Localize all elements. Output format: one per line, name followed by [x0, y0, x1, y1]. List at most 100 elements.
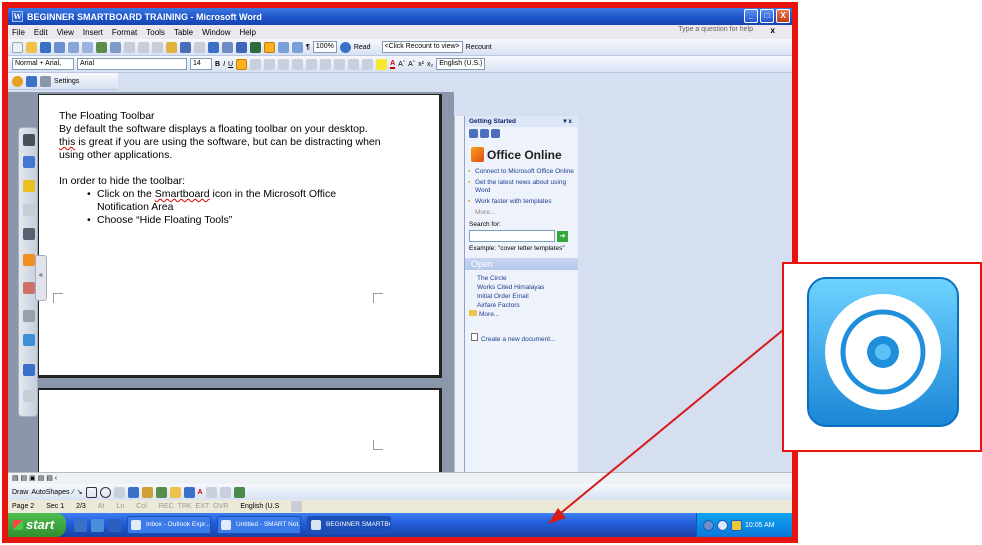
- numbering-icon[interactable]: [306, 58, 318, 70]
- font-select[interactable]: Arial: [77, 58, 187, 70]
- draw-menu[interactable]: Draw: [12, 489, 28, 496]
- spelling-icon[interactable]: [96, 41, 107, 53]
- line-tool-icon[interactable]: [23, 228, 35, 240]
- menu-table[interactable]: Table: [174, 28, 193, 37]
- forward-icon[interactable]: [480, 128, 489, 138]
- font-color-icon[interactable]: A: [390, 60, 396, 69]
- draw-font-color-icon[interactable]: A: [198, 489, 203, 496]
- print-preview-icon[interactable]: [82, 41, 93, 53]
- columns-icon[interactable]: [264, 41, 275, 53]
- maximize-button[interactable]: □: [760, 9, 774, 23]
- tables-borders-icon[interactable]: [222, 41, 233, 53]
- highlighter-icon[interactable]: [23, 180, 35, 192]
- line-style-icon[interactable]: [205, 486, 217, 498]
- align-center-icon[interactable]: [250, 58, 262, 70]
- paste-icon[interactable]: [152, 41, 163, 53]
- status-trk[interactable]: TRK: [178, 503, 192, 510]
- undo-icon[interactable]: [180, 41, 191, 53]
- link-work-faster[interactable]: Work faster with templates: [468, 198, 578, 206]
- line-spacing-icon[interactable]: [292, 58, 304, 70]
- print-icon[interactable]: [68, 41, 79, 53]
- justify-icon[interactable]: [278, 58, 290, 70]
- smart-notebook-icon[interactable]: [26, 75, 37, 87]
- home-icon[interactable]: [491, 128, 500, 138]
- oval-icon[interactable]: [99, 486, 111, 498]
- menu-window[interactable]: Window: [202, 28, 230, 37]
- tray-icon-2[interactable]: [731, 519, 742, 531]
- status-ext[interactable]: EXT: [196, 503, 210, 510]
- status-ovr[interactable]: OVR: [213, 503, 228, 510]
- create-new-document-link[interactable]: Create a new document...: [471, 333, 578, 343]
- floating-toolbar-collapse-handle[interactable]: «: [35, 255, 47, 301]
- taskbar-task-active[interactable]: BEGINNER SMARTBO...: [307, 516, 391, 534]
- screen-capture-icon[interactable]: [23, 334, 35, 346]
- word-count-select[interactable]: <Click Recount to view>: [381, 41, 463, 53]
- recount-button[interactable]: Recount: [466, 44, 492, 51]
- show-desktop-icon[interactable]: [74, 518, 87, 532]
- zoom-select[interactable]: 100%: [312, 41, 337, 53]
- superscript-icon[interactable]: x²: [418, 61, 424, 68]
- fill-color-icon[interactable]: [169, 486, 181, 498]
- 3d-icon[interactable]: [233, 486, 245, 498]
- links-more[interactable]: More...: [465, 209, 578, 216]
- more-tools-icon[interactable]: [23, 390, 35, 402]
- view-buttons-icon[interactable]: ▤ ▤ ▣ ▤ ▤ ‹: [12, 475, 57, 482]
- pen-blue-icon[interactable]: [23, 156, 35, 168]
- menu-insert[interactable]: Insert: [83, 28, 103, 37]
- view-buttons-scrollbar[interactable]: ▤ ▤ ▣ ▤ ▤ ‹: [8, 472, 792, 484]
- vertical-scrollbar[interactable]: [454, 116, 464, 472]
- menu-format[interactable]: Format: [112, 28, 137, 37]
- align-right-icon[interactable]: [264, 58, 276, 70]
- insert-excel-icon[interactable]: [250, 41, 261, 53]
- recent-file[interactable]: Works Cited Himalayas: [477, 283, 578, 292]
- shrink-font-icon[interactable]: Aˇ: [408, 61, 415, 68]
- help-icon[interactable]: [339, 41, 351, 53]
- font-size-select[interactable]: 14: [190, 58, 212, 70]
- undo-tool-icon[interactable]: [23, 364, 35, 376]
- status-rec[interactable]: REC: [159, 503, 174, 510]
- internet-explorer-icon[interactable]: [108, 518, 121, 532]
- picture-icon[interactable]: [155, 486, 167, 498]
- smart-capture-icon[interactable]: [12, 75, 23, 87]
- format-painter-icon[interactable]: [166, 41, 177, 53]
- close-button[interactable]: X: [776, 9, 790, 23]
- bullets-icon[interactable]: [320, 58, 332, 70]
- shadow-icon[interactable]: [219, 486, 231, 498]
- menu-tools[interactable]: Tools: [146, 28, 165, 37]
- keyboard-icon[interactable]: [23, 310, 35, 322]
- style-select[interactable]: Normal + Arial,: [12, 58, 74, 70]
- magic-pen-icon[interactable]: [23, 282, 35, 294]
- select-pointer-icon[interactable]: [23, 134, 35, 146]
- shapes-icon[interactable]: [23, 254, 35, 266]
- show-hide-icon[interactable]: ¶: [306, 44, 310, 51]
- grow-font-icon[interactable]: Aˆ: [398, 61, 405, 68]
- eraser-icon[interactable]: [23, 204, 35, 216]
- research-icon[interactable]: [110, 41, 121, 53]
- copy-icon[interactable]: [138, 41, 149, 53]
- line-color-icon[interactable]: [183, 486, 195, 498]
- open-folder-icon[interactable]: [26, 41, 37, 53]
- settings-button[interactable]: Settings: [54, 78, 79, 85]
- search-go-icon[interactable]: ➔: [557, 230, 568, 242]
- subscript-icon[interactable]: x₂: [427, 61, 433, 68]
- tray-icon[interactable]: [703, 519, 714, 531]
- taskbar-task[interactable]: Inbox - Outlook Expr...: [127, 516, 211, 534]
- minimize-button[interactable]: _: [744, 9, 758, 23]
- border-icon[interactable]: [362, 58, 374, 70]
- read-button[interactable]: Read: [354, 44, 371, 51]
- rectangle-icon[interactable]: [85, 486, 97, 498]
- recent-file[interactable]: Airfare Factors: [477, 301, 578, 310]
- drawing-icon[interactable]: [278, 41, 289, 53]
- italic-icon[interactable]: I: [223, 61, 225, 68]
- permission-icon[interactable]: [54, 41, 65, 53]
- document-page[interactable]: The Floating Toolbar By default the soft…: [38, 94, 442, 378]
- recent-file[interactable]: Initial Order Email: [477, 292, 578, 301]
- menu-file[interactable]: File: [12, 28, 25, 37]
- clipart-icon[interactable]: [141, 486, 153, 498]
- align-left-icon[interactable]: [236, 58, 248, 70]
- search-input[interactable]: [469, 230, 555, 242]
- line-icon[interactable]: ∕: [73, 489, 74, 496]
- new-document-icon[interactable]: [12, 41, 23, 53]
- ask-question-box[interactable]: Type a question for help: [678, 26, 753, 33]
- start-button[interactable]: start: [8, 513, 66, 537]
